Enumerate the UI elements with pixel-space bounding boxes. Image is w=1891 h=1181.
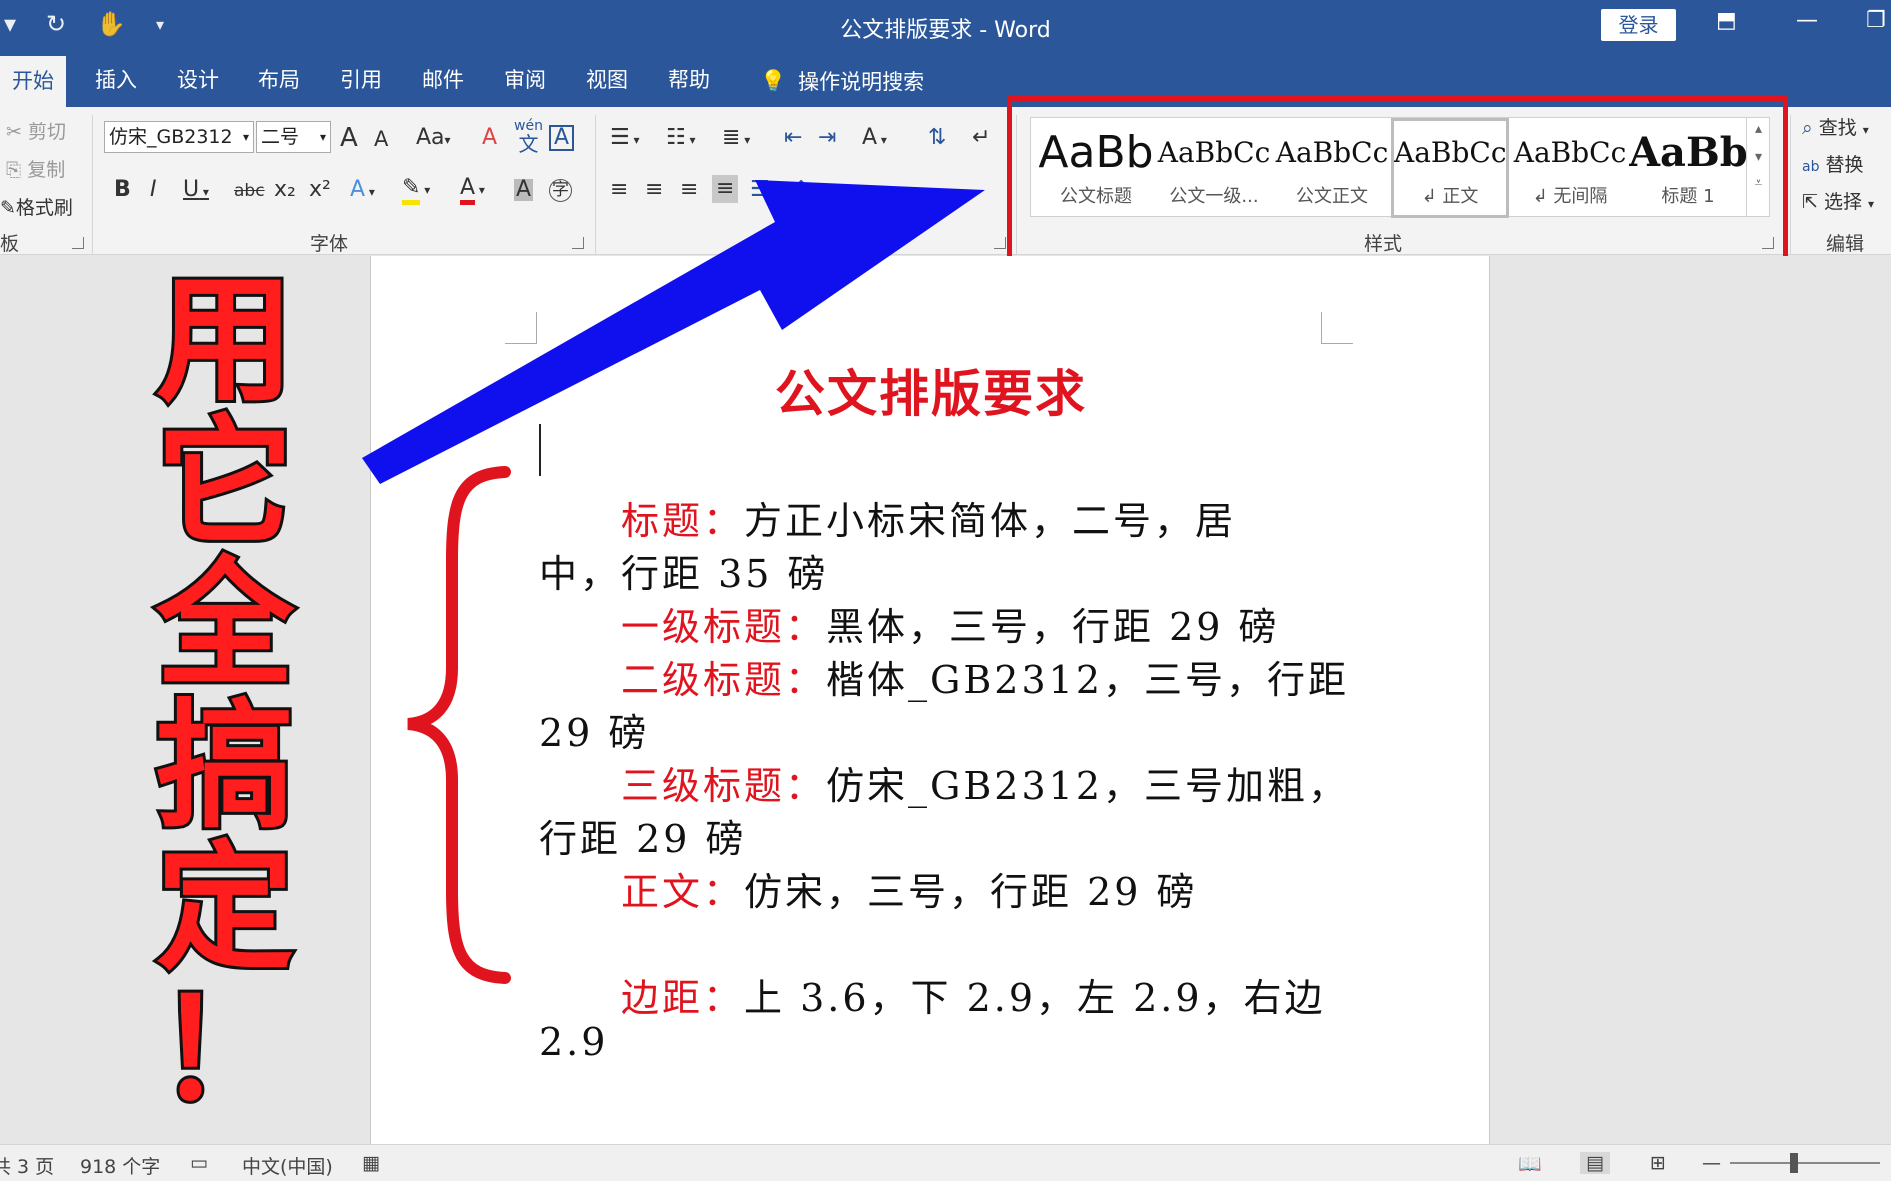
word-count[interactable]: 918 个字 <box>80 1152 160 1179</box>
proofing-icon[interactable]: ▭ <box>190 1152 208 1174</box>
overlay-char: 全 <box>153 544 297 705</box>
red-brace <box>407 466 511 984</box>
macro-icon[interactable]: ▦ <box>362 1152 380 1174</box>
read-mode-icon[interactable]: 📖 <box>1518 1152 1542 1175</box>
overlay-char: ！ <box>153 970 297 1131</box>
overlay-char: 定 <box>153 828 297 989</box>
print-layout-icon[interactable]: ▤ <box>1580 1152 1610 1174</box>
overlay-char: 用 <box>153 260 297 421</box>
status-bar: 共 3 页 918 个字 ▭ 中文(中国) ▦ 📖 ▤ ⊞ — <box>0 1144 1891 1181</box>
blue-arrow <box>362 180 985 484</box>
page-count[interactable]: 共 3 页 <box>0 1152 54 1179</box>
zoom-slider[interactable] <box>1730 1162 1880 1164</box>
zoom-thumb[interactable] <box>1790 1153 1798 1173</box>
zoom-out-icon[interactable]: — <box>1702 1152 1721 1174</box>
overlay-char: 它 <box>153 402 297 563</box>
language-status[interactable]: 中文(中国) <box>242 1152 333 1179</box>
overlay-caption: 用 它 全 搞 定 ！ <box>130 260 320 1131</box>
overlay-char: 搞 <box>153 686 297 847</box>
web-layout-icon[interactable]: ⊞ <box>1650 1152 1666 1174</box>
